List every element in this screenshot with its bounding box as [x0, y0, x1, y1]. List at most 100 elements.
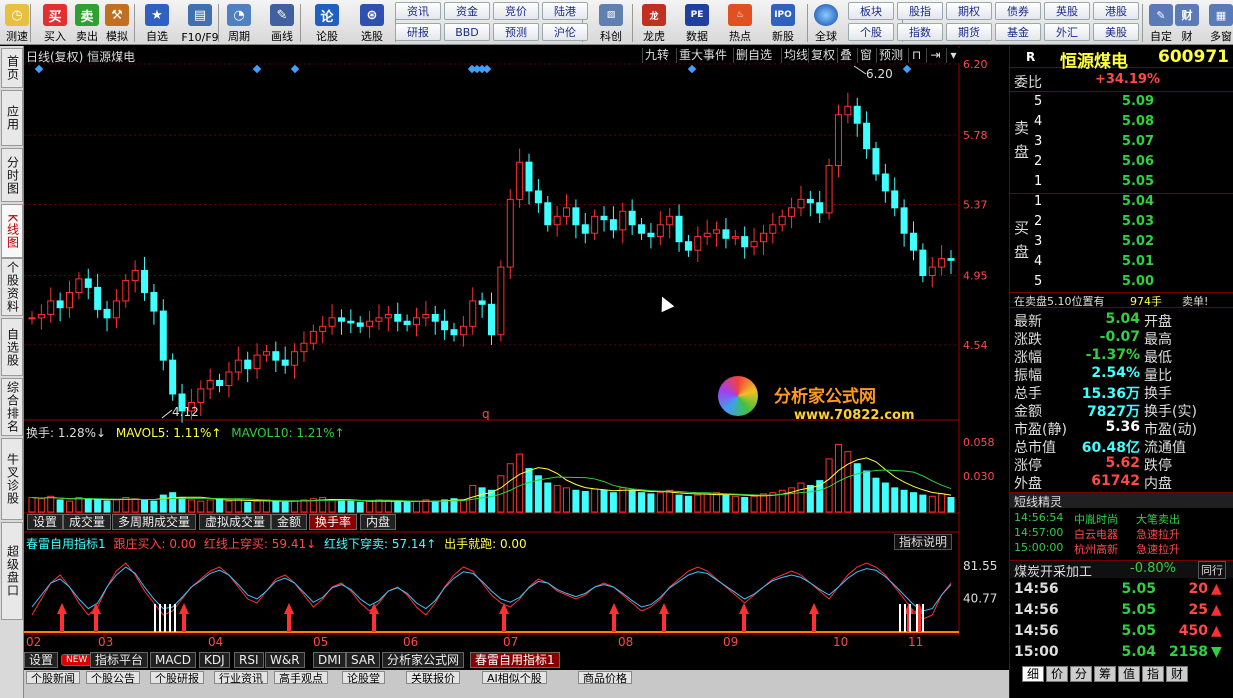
sell-row[interactable]: 4 5.08 [1010, 114, 1233, 132]
star-button[interactable]: ★ 自选 [140, 2, 174, 44]
left-tab[interactable]: 首页 [1, 48, 23, 88]
formula-tab[interactable]: DMI [313, 652, 347, 668]
toolbar-pill[interactable]: 美股 [1093, 23, 1139, 41]
sell-row[interactable]: 3 5.07 [1010, 134, 1233, 152]
chart-header-button[interactable]: 复权 [808, 48, 838, 63]
news-tab[interactable]: 论股堂 [342, 671, 385, 685]
buy-row[interactable]: 4 5.01 [1010, 254, 1233, 272]
toolbar-pill[interactable]: 英股 [1044, 2, 1090, 20]
hammer-button[interactable]: ⚒ 模拟 [100, 2, 134, 44]
sub-tab[interactable]: 虚拟成交量 [199, 514, 272, 530]
news-tab[interactable]: 商品价格 [578, 671, 632, 685]
left-tab[interactable]: 自选股 [1, 318, 23, 376]
lock-icon[interactable]: ⊓ [908, 48, 924, 63]
multiwindow-button[interactable]: ▦ 多窗 [1206, 2, 1233, 44]
chart-header-button[interactable]: 叠 [837, 48, 855, 63]
chart-header-button[interactable]: 删自选 [733, 48, 775, 63]
pe-button[interactable]: PE 数据 [678, 2, 716, 44]
quote-bottom-tab[interactable]: 财 [1166, 666, 1188, 682]
news-tab[interactable]: 高手观点 [274, 671, 328, 685]
news-tab[interactable]: 关联报价 [406, 671, 460, 685]
custom-button[interactable]: ✎ 自定 [1146, 2, 1176, 44]
buy-row[interactable]: 2 5.03 [1010, 214, 1233, 232]
clock-period-button[interactable]: ◔ 周期 [222, 2, 256, 44]
kline-chart[interactable]: 6.20 5.78 5.37 4.95 4.54 6.20 4.12 q 0.058 0.030 8… [24, 46, 1009, 670]
sub-tab[interactable]: 设置 [27, 514, 64, 530]
window-button[interactable]: ▤ F10/F9 [178, 2, 222, 44]
hot-button[interactable]: ♨ 热点 [721, 2, 759, 44]
sub-tab[interactable]: 多周期成交量 [112, 514, 197, 530]
sub-tab[interactable]: 内盘 [360, 514, 397, 530]
formula-tab[interactable]: 春雷自用指标1 [470, 652, 560, 668]
news-tab[interactable]: 个股研报 [150, 671, 204, 685]
sub-tab[interactable]: 成交量 [63, 514, 112, 530]
quote-bottom-tab[interactable]: 筹 [1094, 666, 1116, 682]
toolbar-pill[interactable]: 期货 [946, 23, 992, 41]
news-tab[interactable]: 个股公告 [86, 671, 140, 685]
toolbar-pill[interactable]: 港股 [1093, 2, 1139, 20]
sell-row[interactable]: 5 5.09 [1010, 94, 1233, 112]
news-tab[interactable]: 行业资讯 [214, 671, 268, 685]
pen-button[interactable]: ✎ 画线 [265, 2, 299, 44]
toolbar-pill[interactable]: 研报 [395, 23, 441, 41]
formula-tab[interactable]: SAR [346, 652, 381, 668]
buy-row[interactable]: 3 5.02 [1010, 234, 1233, 252]
quote-bottom-tab[interactable]: 值 [1118, 666, 1140, 682]
quote-bottom-tab[interactable]: 细 [1022, 666, 1044, 682]
toolbar-pill[interactable]: 板块 [848, 2, 894, 20]
formula-tab[interactable]: 分析家公式网 [382, 652, 465, 668]
chart-header-button[interactable]: 九转 [642, 48, 672, 63]
buy-row[interactable]: 1 5.04 [1010, 194, 1233, 212]
formula-tab[interactable]: KDJ [199, 652, 230, 668]
quote-bottom-tab[interactable]: 指 [1142, 666, 1164, 682]
chart-header-button[interactable]: 窗 [857, 48, 875, 63]
formula-tab[interactable]: NEW [61, 654, 93, 666]
formula-tab[interactable]: RSI [234, 652, 264, 668]
toolbar-pill[interactable]: 资讯 [395, 2, 441, 20]
toolbar-pill[interactable]: BBD [444, 23, 490, 41]
toolbar-pill[interactable]: 基金 [995, 23, 1041, 41]
sub-tab[interactable]: 换手率 [309, 514, 358, 530]
chart-header-button[interactable]: 重大事件 [676, 48, 730, 63]
clock-button[interactable]: ◷ 测速 [0, 2, 34, 44]
peer-button[interactable]: 同行 [1198, 561, 1226, 579]
global-button[interactable]: 全球 [808, 2, 844, 44]
chart-header-button[interactable]: 预测 [876, 48, 906, 63]
left-tab[interactable]: K线图 [1, 204, 23, 258]
toolbar-pill[interactable]: 股指 [897, 2, 943, 20]
sell-row[interactable]: 2 5.06 [1010, 154, 1233, 172]
quote-bottom-tab[interactable]: 价 [1046, 666, 1068, 682]
toolbar-pill[interactable]: 沪伦 [542, 23, 588, 41]
left-tab[interactable]: 超级盘口 [1, 522, 23, 620]
chart-button[interactable]: ▨ 科创 [592, 2, 630, 44]
toolbar-pill[interactable]: 期权 [946, 2, 992, 20]
left-tab[interactable]: 牛叉诊股 [1, 438, 23, 520]
buy-button[interactable]: 买买入 [38, 2, 72, 44]
left-tab[interactable]: 分时图 [1, 148, 23, 202]
news-tab[interactable]: AI相似个股 [482, 671, 547, 685]
finance-button[interactable]: 财财 [1175, 2, 1199, 44]
select-stock-button[interactable]: ⊛ 选股 [355, 2, 389, 44]
spirit-row[interactable]: 15:00:00 杭州高新 急速拉升 [1010, 541, 1233, 556]
ipo-button[interactable]: IPO 新股 [764, 2, 802, 44]
buy-row[interactable]: 5 5.00 [1010, 274, 1233, 292]
toolbar-pill[interactable]: 资金 [444, 2, 490, 20]
chart-header-button[interactable]: 均线 [781, 48, 811, 63]
sub-tab[interactable]: 金额 [271, 514, 308, 530]
formula-tab[interactable]: W&R [265, 652, 305, 668]
formula-tab[interactable]: 设置 [24, 652, 59, 668]
discuss-button[interactable]: 论论股 [310, 2, 344, 44]
spirit-row[interactable]: 14:57:00 白云电器 急速拉升 [1010, 526, 1233, 541]
spirit-row[interactable]: 14:56:54 中胤时尚 大笔卖出 [1010, 511, 1233, 526]
industry-row[interactable]: 煤炭开采加工 -0.80% 同行 [1010, 560, 1233, 580]
toolbar-pill[interactable]: 竞价 [493, 2, 539, 20]
sell-button[interactable]: 卖卖出 [70, 2, 104, 44]
toolbar-pill[interactable]: 陆港 [542, 2, 588, 20]
formula-tab[interactable]: MACD [150, 652, 196, 668]
toolbar-pill[interactable]: 外汇 [1044, 23, 1090, 41]
toolbar-pill[interactable]: 指数 [897, 23, 943, 41]
left-tab[interactable]: 综合排名 [1, 378, 23, 436]
quote-bottom-tab[interactable]: 分 [1070, 666, 1092, 682]
sell-row[interactable]: 1 5.05 [1010, 174, 1233, 192]
news-tab[interactable]: 个股新闻 [26, 671, 80, 685]
